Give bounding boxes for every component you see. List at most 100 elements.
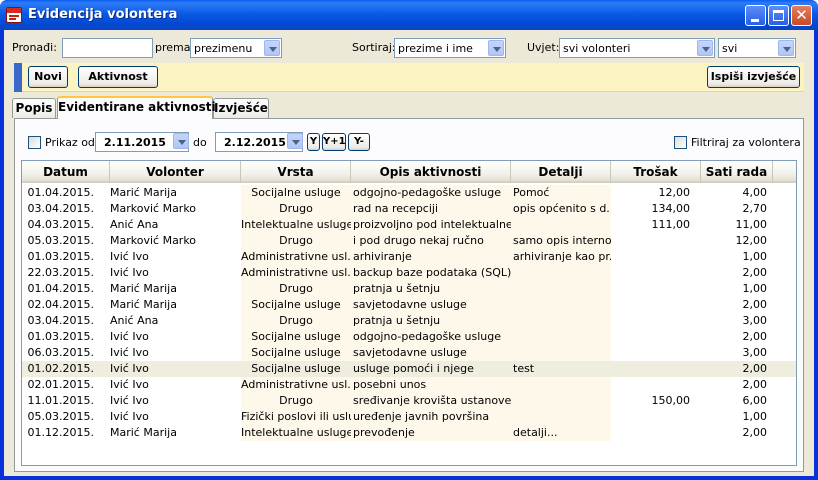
cell-trosak: [611, 377, 696, 393]
cell-vrsta: Intelektualne usluge: [241, 425, 351, 441]
close-button[interactable]: ✕: [791, 5, 812, 26]
cell-trosak: [611, 281, 696, 297]
cell-opis: odgojno-pedagoške usluge: [351, 329, 511, 345]
table-row[interactable]: 01.03.2015. Ivić Ivo Socijalne usluge odgoj…: [22, 329, 796, 345]
cell-opis: prevođenje: [351, 425, 511, 441]
cell-vrsta: Socijalne usluge: [241, 297, 351, 313]
cell-volonter: Anić Ana: [110, 218, 159, 231]
column-header-volonter[interactable]: Volonter: [110, 161, 241, 183]
cell-trosak: [611, 313, 696, 329]
cell-vrsta: Administrativne usl...: [241, 377, 351, 393]
tab-popis[interactable]: Popis: [12, 98, 56, 118]
cell-datum: 02.04.2015.: [27, 298, 94, 311]
table-row[interactable]: 02.04.2015. Marić Marija Socijalne usluge s…: [22, 297, 796, 313]
table-row[interactable]: 01.02.2015. Ivić Ivo Socijalne usluge uslug…: [22, 361, 796, 377]
condition-select[interactable]: svi volonteri: [559, 38, 715, 58]
table-row[interactable]: 22.03.2015. Ivić Ivo Administrativne usl..…: [22, 265, 796, 281]
cell-volonter: Marić Marija: [110, 186, 177, 199]
activities-grid[interactable]: Datum Volonter Vrsta Opis aktivnosti Det…: [21, 160, 797, 466]
new-button[interactable]: Novi: [28, 66, 68, 88]
date-to-picker[interactable]: 2.12.2015: [215, 132, 303, 152]
cell-opis: posebni unos: [351, 377, 511, 393]
find-input[interactable]: [62, 38, 153, 58]
activity-button[interactable]: Aktivnost: [78, 66, 158, 88]
chevron-down-icon[interactable]: [287, 133, 303, 149]
year-plus-button[interactable]: Y+1: [322, 133, 346, 151]
column-header-sati[interactable]: Sati rada: [701, 161, 773, 183]
cell-datum: 22.03.2015.: [27, 266, 94, 279]
sort-label: Sortiraj:: [352, 41, 396, 54]
cell-trosak: [611, 233, 696, 249]
table-row[interactable]: 01.12.2015. Marić Marija Intelektualne usl…: [22, 425, 796, 441]
table-row[interactable]: 03.04.2015. Anić Ana Drugo pratnja u šetnju…: [22, 313, 796, 329]
cell-trosak: [611, 265, 696, 281]
table-row[interactable]: 05.03.2015. Marković Marko Drugo i pod drug…: [22, 233, 796, 249]
date-to-dropdown[interactable]: [286, 132, 304, 152]
date-from-picker[interactable]: 2.11.2015: [95, 132, 189, 152]
print-report-button[interactable]: Ispiši izvješće: [707, 66, 800, 88]
chevron-down-icon[interactable]: [697, 40, 713, 56]
minimize-button[interactable]: [745, 5, 766, 26]
year-button[interactable]: Y: [307, 133, 320, 151]
cell-vrsta: Administrativne usl...: [241, 265, 351, 281]
sort-value: prezime i ime: [398, 42, 473, 55]
column-header-vrsta[interactable]: Vrsta: [241, 161, 351, 183]
cell-volonter: Marić Marija: [110, 426, 177, 439]
tab-evidentirane-aktivnosti[interactable]: Evidentirane aktivnosti: [57, 96, 216, 119]
year-minus-button[interactable]: Y-: [348, 133, 370, 151]
chevron-down-icon[interactable]: [173, 133, 189, 149]
table-row[interactable]: 01.03.2015. Ivić Ivo Administrativne usl..…: [22, 249, 796, 265]
tab-izvjesce[interactable]: Izvješće: [213, 98, 269, 118]
cell-sati: 3,00: [742, 346, 768, 359]
cell-volonter: Ivić Ivo: [110, 378, 149, 391]
cell-vrsta: Drugo: [241, 393, 351, 409]
column-header-detalji[interactable]: Detalji: [511, 161, 611, 183]
cell-sati: 2,00: [742, 426, 768, 439]
cell-volonter: Anić Ana: [110, 314, 159, 327]
title-bar[interactable]: Evidencija volontera ✕: [0, 0, 818, 30]
cell-sati: 2,00: [742, 362, 768, 375]
cell-volonter: Marić Marija: [110, 298, 177, 311]
filter-volunteer-checkbox[interactable]: [674, 136, 687, 149]
table-row[interactable]: 05.03.2015. Ivić Ivo Fizički poslovi ili u…: [22, 409, 796, 425]
date-from-dropdown[interactable]: [172, 132, 190, 152]
cell-detalji: [511, 297, 611, 313]
table-row[interactable]: 03.04.2015. Marković Marko Drugo rad na rec…: [22, 201, 796, 217]
cell-opis: savjetodavne usluge: [351, 297, 511, 313]
maximize-button[interactable]: [768, 5, 789, 26]
show-from-checkbox[interactable]: [28, 136, 41, 149]
cell-vrsta: Drugo: [241, 313, 351, 329]
date-to-value: 2.12.2015: [224, 136, 286, 149]
search-by-select[interactable]: prezimenu: [190, 38, 282, 58]
chevron-down-icon[interactable]: [264, 40, 280, 56]
table-row[interactable]: 06.03.2015. Ivić Ivo Socijalne usluge savje…: [22, 345, 796, 361]
cell-detalji: [511, 281, 611, 297]
table-row[interactable]: 11.01.2015. Ivić Ivo Drugo sređivanje krovi…: [22, 393, 796, 409]
column-header-trosak[interactable]: Trošak: [611, 161, 701, 183]
cell-trosak: [611, 361, 696, 377]
cell-detalji: [511, 313, 611, 329]
table-row[interactable]: 01.04.2015. Marić Marija Socijalne usluge o…: [22, 185, 796, 201]
cell-vrsta: Drugo: [241, 201, 351, 217]
table-row[interactable]: 04.03.2015. Anić Ana Intelektualne usluge p…: [22, 217, 796, 233]
cell-vrsta: Fizički poslovi ili usluge: [241, 409, 351, 425]
cell-opis: pratnja u šetnju: [351, 281, 511, 297]
cell-datum: 01.04.2015.: [27, 186, 94, 199]
cell-opis: rad na recepciji: [351, 201, 511, 217]
column-header-datum[interactable]: Datum: [22, 161, 110, 183]
cell-vrsta: Socijalne usluge: [241, 345, 351, 361]
cell-volonter: Ivić Ivo: [110, 410, 149, 423]
chevron-down-icon[interactable]: [488, 40, 504, 56]
window-client: Pronađi: prema prezimenu Sortiraj: prezi…: [4, 30, 814, 476]
column-header-opis[interactable]: Opis aktivnosti: [351, 161, 511, 183]
cell-volonter: Ivić Ivo: [110, 394, 149, 407]
cell-opis: pratnja u šetnju: [351, 313, 511, 329]
sort-select[interactable]: prezime i ime: [394, 38, 506, 58]
cell-sati: 4,00: [742, 186, 768, 199]
cell-sati: 2,70: [742, 202, 768, 215]
table-row[interactable]: 02.01.2015. Ivić Ivo Administrativne usl..…: [22, 377, 796, 393]
cell-volonter: Ivić Ivo: [110, 266, 149, 279]
chevron-down-icon[interactable]: [778, 40, 794, 56]
condition2-select[interactable]: svi: [718, 38, 796, 58]
table-row[interactable]: 01.04.2015. Marić Marija Drugo pratnja u še…: [22, 281, 796, 297]
